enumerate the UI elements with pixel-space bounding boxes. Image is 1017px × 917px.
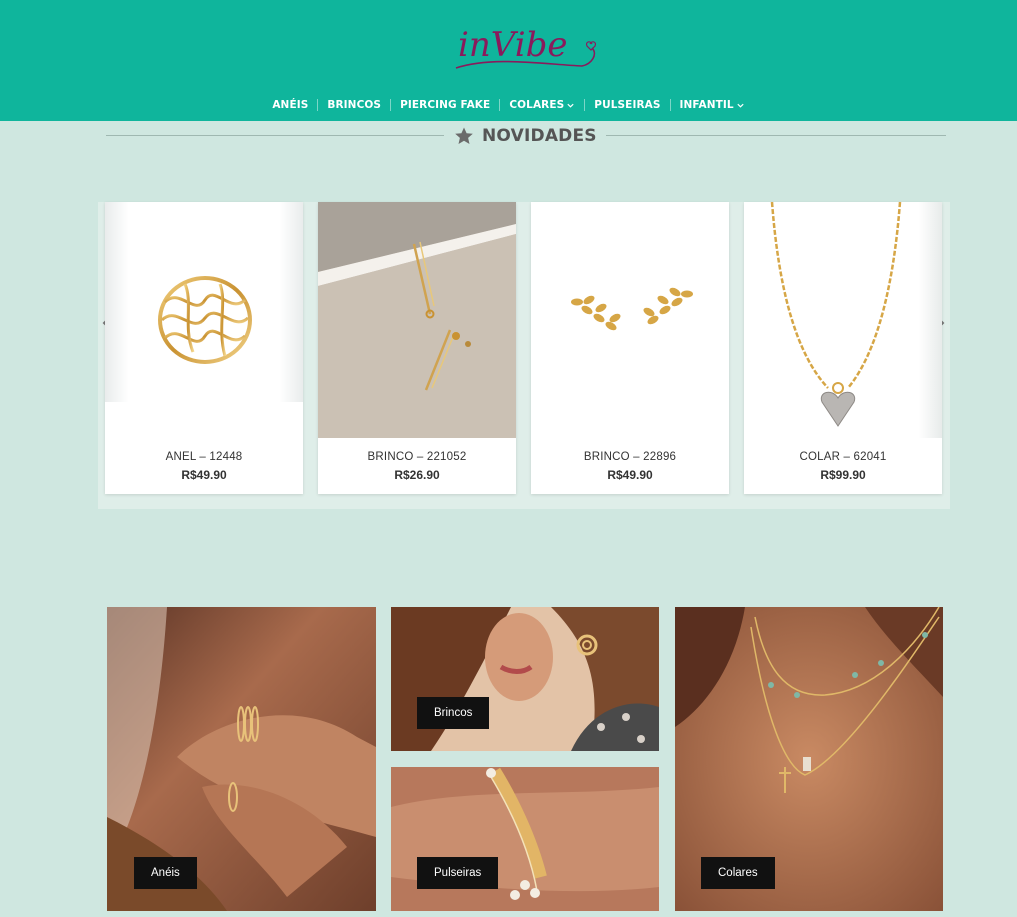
svg-text:inVibe: inVibe bbox=[458, 25, 568, 65]
product-price: R$49.90 bbox=[181, 468, 227, 482]
product-price: R$49.90 bbox=[607, 468, 653, 482]
product-image-ring[interactable] bbox=[105, 202, 303, 438]
product-name[interactable]: BRINCO – 221052 bbox=[318, 451, 516, 463]
category-label-brincos[interactable]: Brincos bbox=[417, 697, 490, 729]
nav-label: INFANTIL bbox=[679, 99, 734, 111]
product-name[interactable]: COLAR – 62041 bbox=[744, 451, 942, 463]
category-tile-pulseiras[interactable]: Pulseiras bbox=[391, 767, 659, 911]
title-divider-right bbox=[606, 135, 946, 136]
section-title-text: NOVIDADES bbox=[482, 126, 597, 146]
category-tile-brincos[interactable]: Brincos bbox=[391, 607, 659, 751]
category-label-aneis[interactable]: Anéis bbox=[134, 857, 197, 889]
category-image-pulseiras bbox=[391, 767, 659, 911]
nav-label: PIERCING FAKE bbox=[400, 99, 491, 111]
site-header: inVibe ANÉIS BRINCOS PIERCING FAKE COLAR… bbox=[0, 0, 1017, 121]
product-price: R$26.90 bbox=[394, 468, 440, 482]
nav-item-brincos[interactable]: BRINCOS bbox=[318, 99, 390, 111]
section-title: NOVIDADES bbox=[446, 124, 605, 148]
nav-item-pulseiras[interactable]: PULSEIRAS bbox=[585, 99, 669, 111]
nav-label: BRINCOS bbox=[327, 99, 382, 111]
nav-label: PULSEIRAS bbox=[594, 99, 661, 111]
product-image-leaf-earring[interactable] bbox=[531, 202, 729, 438]
invibe-logo[interactable]: inVibe bbox=[452, 6, 602, 78]
nav-item-infantil[interactable]: INFANTIL bbox=[671, 99, 754, 111]
nav-label: ANÉIS bbox=[272, 99, 309, 111]
star-icon bbox=[455, 127, 473, 144]
category-image-brincos bbox=[391, 607, 659, 751]
main-nav: ANÉIS BRINCOS PIERCING FAKE COLARES PULS… bbox=[0, 96, 1017, 114]
nav-item-aneis[interactable]: ANÉIS bbox=[263, 99, 317, 111]
nav-item-colares[interactable]: COLARES bbox=[500, 99, 584, 111]
product-price: R$99.90 bbox=[820, 468, 866, 482]
product-card[interactable]: BRINCO – 221052 R$26.90 bbox=[318, 202, 516, 494]
chevron-down-icon bbox=[567, 103, 574, 108]
nav-item-piercing-fake[interactable]: PIERCING FAKE bbox=[391, 99, 499, 111]
nav-label: COLARES bbox=[509, 99, 565, 111]
category-label-pulseiras[interactable]: Pulseiras bbox=[417, 857, 499, 889]
product-image-earring-pin[interactable] bbox=[318, 202, 516, 438]
product-card[interactable]: BRINCO – 22896 R$49.90 bbox=[531, 202, 729, 494]
product-card[interactable]: ANEL – 12448 R$49.90 bbox=[105, 202, 303, 494]
product-name[interactable]: ANEL – 12448 bbox=[105, 451, 303, 463]
chevron-down-icon bbox=[737, 103, 744, 108]
category-tile-colares[interactable]: Colares bbox=[675, 607, 943, 911]
product-name[interactable]: BRINCO – 22896 bbox=[531, 451, 729, 463]
product-image-necklace[interactable] bbox=[744, 202, 942, 438]
title-divider-left bbox=[106, 135, 444, 136]
category-label-colares[interactable]: Colares bbox=[701, 857, 775, 889]
category-tile-aneis[interactable]: Anéis bbox=[107, 607, 376, 911]
product-card[interactable]: COLAR – 62041 R$99.90 bbox=[744, 202, 942, 494]
